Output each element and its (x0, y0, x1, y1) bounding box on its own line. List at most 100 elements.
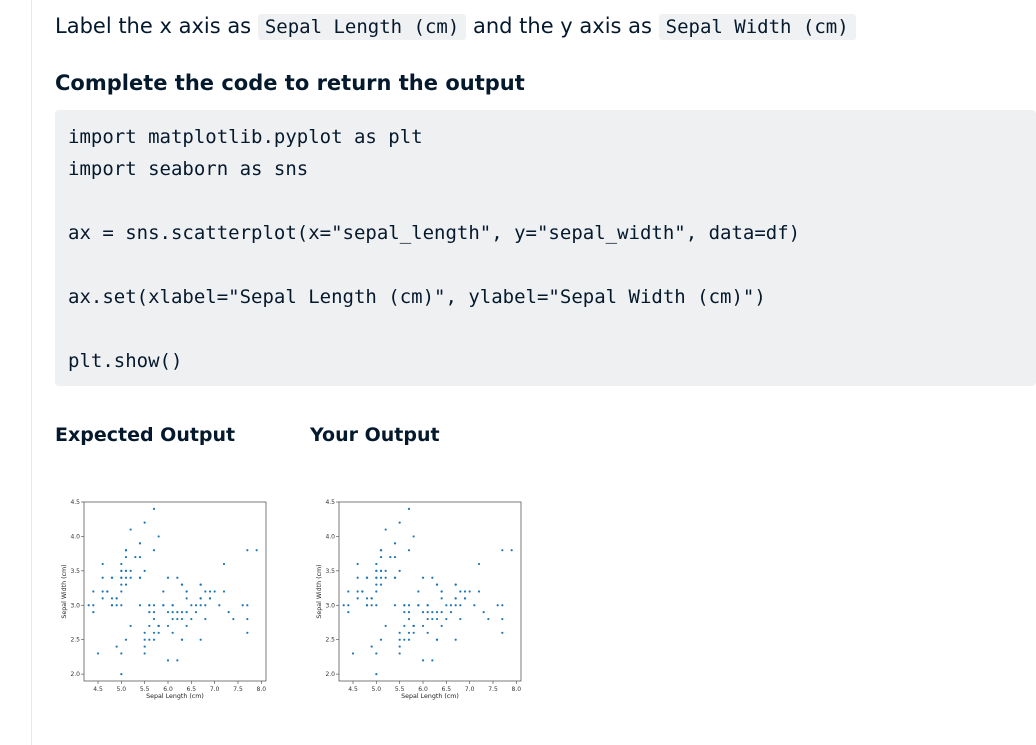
scatter-point (204, 590, 207, 593)
scatter-point (365, 576, 369, 579)
scatter-point (255, 549, 258, 552)
scatter-point (407, 631, 411, 634)
scatter-point (375, 590, 378, 593)
scatter-point (120, 590, 123, 593)
scatter-point (120, 562, 123, 566)
scatter-point (138, 555, 142, 559)
scatter-point (356, 590, 359, 593)
scatter-point (501, 604, 504, 607)
scatter-point (403, 624, 406, 628)
x-tick-label: 7.0 (465, 686, 475, 693)
scatter-point (190, 604, 193, 607)
scatter-point (92, 611, 95, 614)
scatter-point (393, 604, 397, 607)
scatter-point (124, 549, 128, 552)
x-tick-label: 5.5 (395, 686, 405, 693)
scatter-point (176, 576, 179, 579)
scatter-point (421, 659, 425, 662)
your-output-heading: Your Output (310, 424, 440, 446)
scatter-point (426, 617, 429, 621)
scatter-point (454, 638, 457, 641)
scatter-point (180, 583, 184, 586)
scatter-point (185, 590, 188, 593)
scatter-point (152, 611, 156, 614)
scatter-point (356, 597, 359, 600)
scatter-point (431, 611, 434, 614)
scatter-point (101, 590, 104, 593)
scatter-point (152, 604, 156, 607)
scatter-point (115, 645, 118, 648)
scatter-point (152, 638, 156, 641)
scatter-point (421, 611, 425, 614)
scatter-point (92, 604, 95, 607)
scatter-point (398, 652, 401, 655)
scatter-point (435, 617, 439, 621)
scatter-point (375, 576, 378, 579)
scatter-point (375, 652, 378, 655)
scatter-point (222, 562, 226, 566)
x-tick-label: 6.0 (163, 686, 173, 693)
scatter-point (138, 604, 142, 607)
y-tick-label: 2.5 (70, 637, 80, 644)
scatter-point (440, 624, 443, 628)
scatter-point (389, 555, 392, 559)
scatter-point (162, 604, 165, 607)
x-tick-label: 4.5 (93, 686, 103, 693)
scatter-point (421, 624, 425, 628)
scatter-point (246, 631, 249, 634)
x-tick-label: 6.0 (418, 686, 428, 693)
scatter-point (152, 631, 156, 634)
x-tick-label: 7.5 (488, 686, 498, 693)
scatter-point (157, 535, 160, 538)
scatter-point (370, 604, 373, 607)
scatter-point (398, 645, 401, 648)
scatter-point (106, 590, 109, 593)
scatter-point (148, 638, 151, 641)
x-tick-label: 7.5 (233, 686, 243, 693)
scatter-point (403, 604, 406, 607)
scatter-point (246, 604, 249, 607)
scatter-point (375, 562, 378, 566)
scatter-point (347, 611, 350, 614)
scatter-point (407, 507, 411, 510)
code-line: plt.show() (68, 350, 183, 372)
scatter-point (171, 631, 174, 634)
scatter-point (157, 631, 160, 634)
plot-frame (83, 501, 267, 682)
scatter-point (440, 597, 443, 600)
y-tick-label: 4.0 (325, 533, 335, 540)
code-block[interactable]: import matplotlib.pyplot as plt import s… (55, 110, 1036, 386)
scatter-point (143, 521, 146, 524)
scatter-point (138, 576, 142, 579)
y-axis-label: Sepal Width (cm) (61, 564, 68, 618)
scatter-point (143, 638, 146, 641)
scatter-point (204, 617, 207, 621)
left-rail (0, 0, 32, 745)
y-tick-label: 3.0 (325, 602, 335, 609)
scatter-point (431, 617, 434, 621)
scatter-point (459, 590, 462, 593)
x-tick-label: 5.0 (372, 686, 382, 693)
expected-output-heading: Expected Output (55, 424, 236, 446)
x-axis-label: Sepal Length (cm) (146, 693, 204, 700)
scatter-point (393, 576, 397, 579)
scatter-point (199, 604, 202, 607)
expected-scatter-chart: 4.5 5.0 5.5 6.0 6.5 7.0 7.5 8.0 2.0 2.5 3.0 3.5 4.0 4… (61, 499, 267, 700)
scatter-point (152, 617, 156, 621)
scatter-point (227, 611, 230, 614)
scatter-point (110, 597, 114, 600)
x-tick-label: 5.0 (117, 686, 127, 693)
scatter-point (375, 604, 378, 607)
scatter-point (185, 624, 188, 628)
scatter-point (384, 624, 387, 628)
y-tick-label: 3.5 (325, 568, 335, 575)
scatter-point (213, 590, 216, 593)
scatter-point (347, 604, 350, 607)
scatter-point (501, 631, 504, 634)
scatter-point (218, 604, 221, 607)
scatter-point (199, 583, 202, 586)
scatter-point (459, 604, 462, 607)
scatter-point (477, 590, 481, 593)
